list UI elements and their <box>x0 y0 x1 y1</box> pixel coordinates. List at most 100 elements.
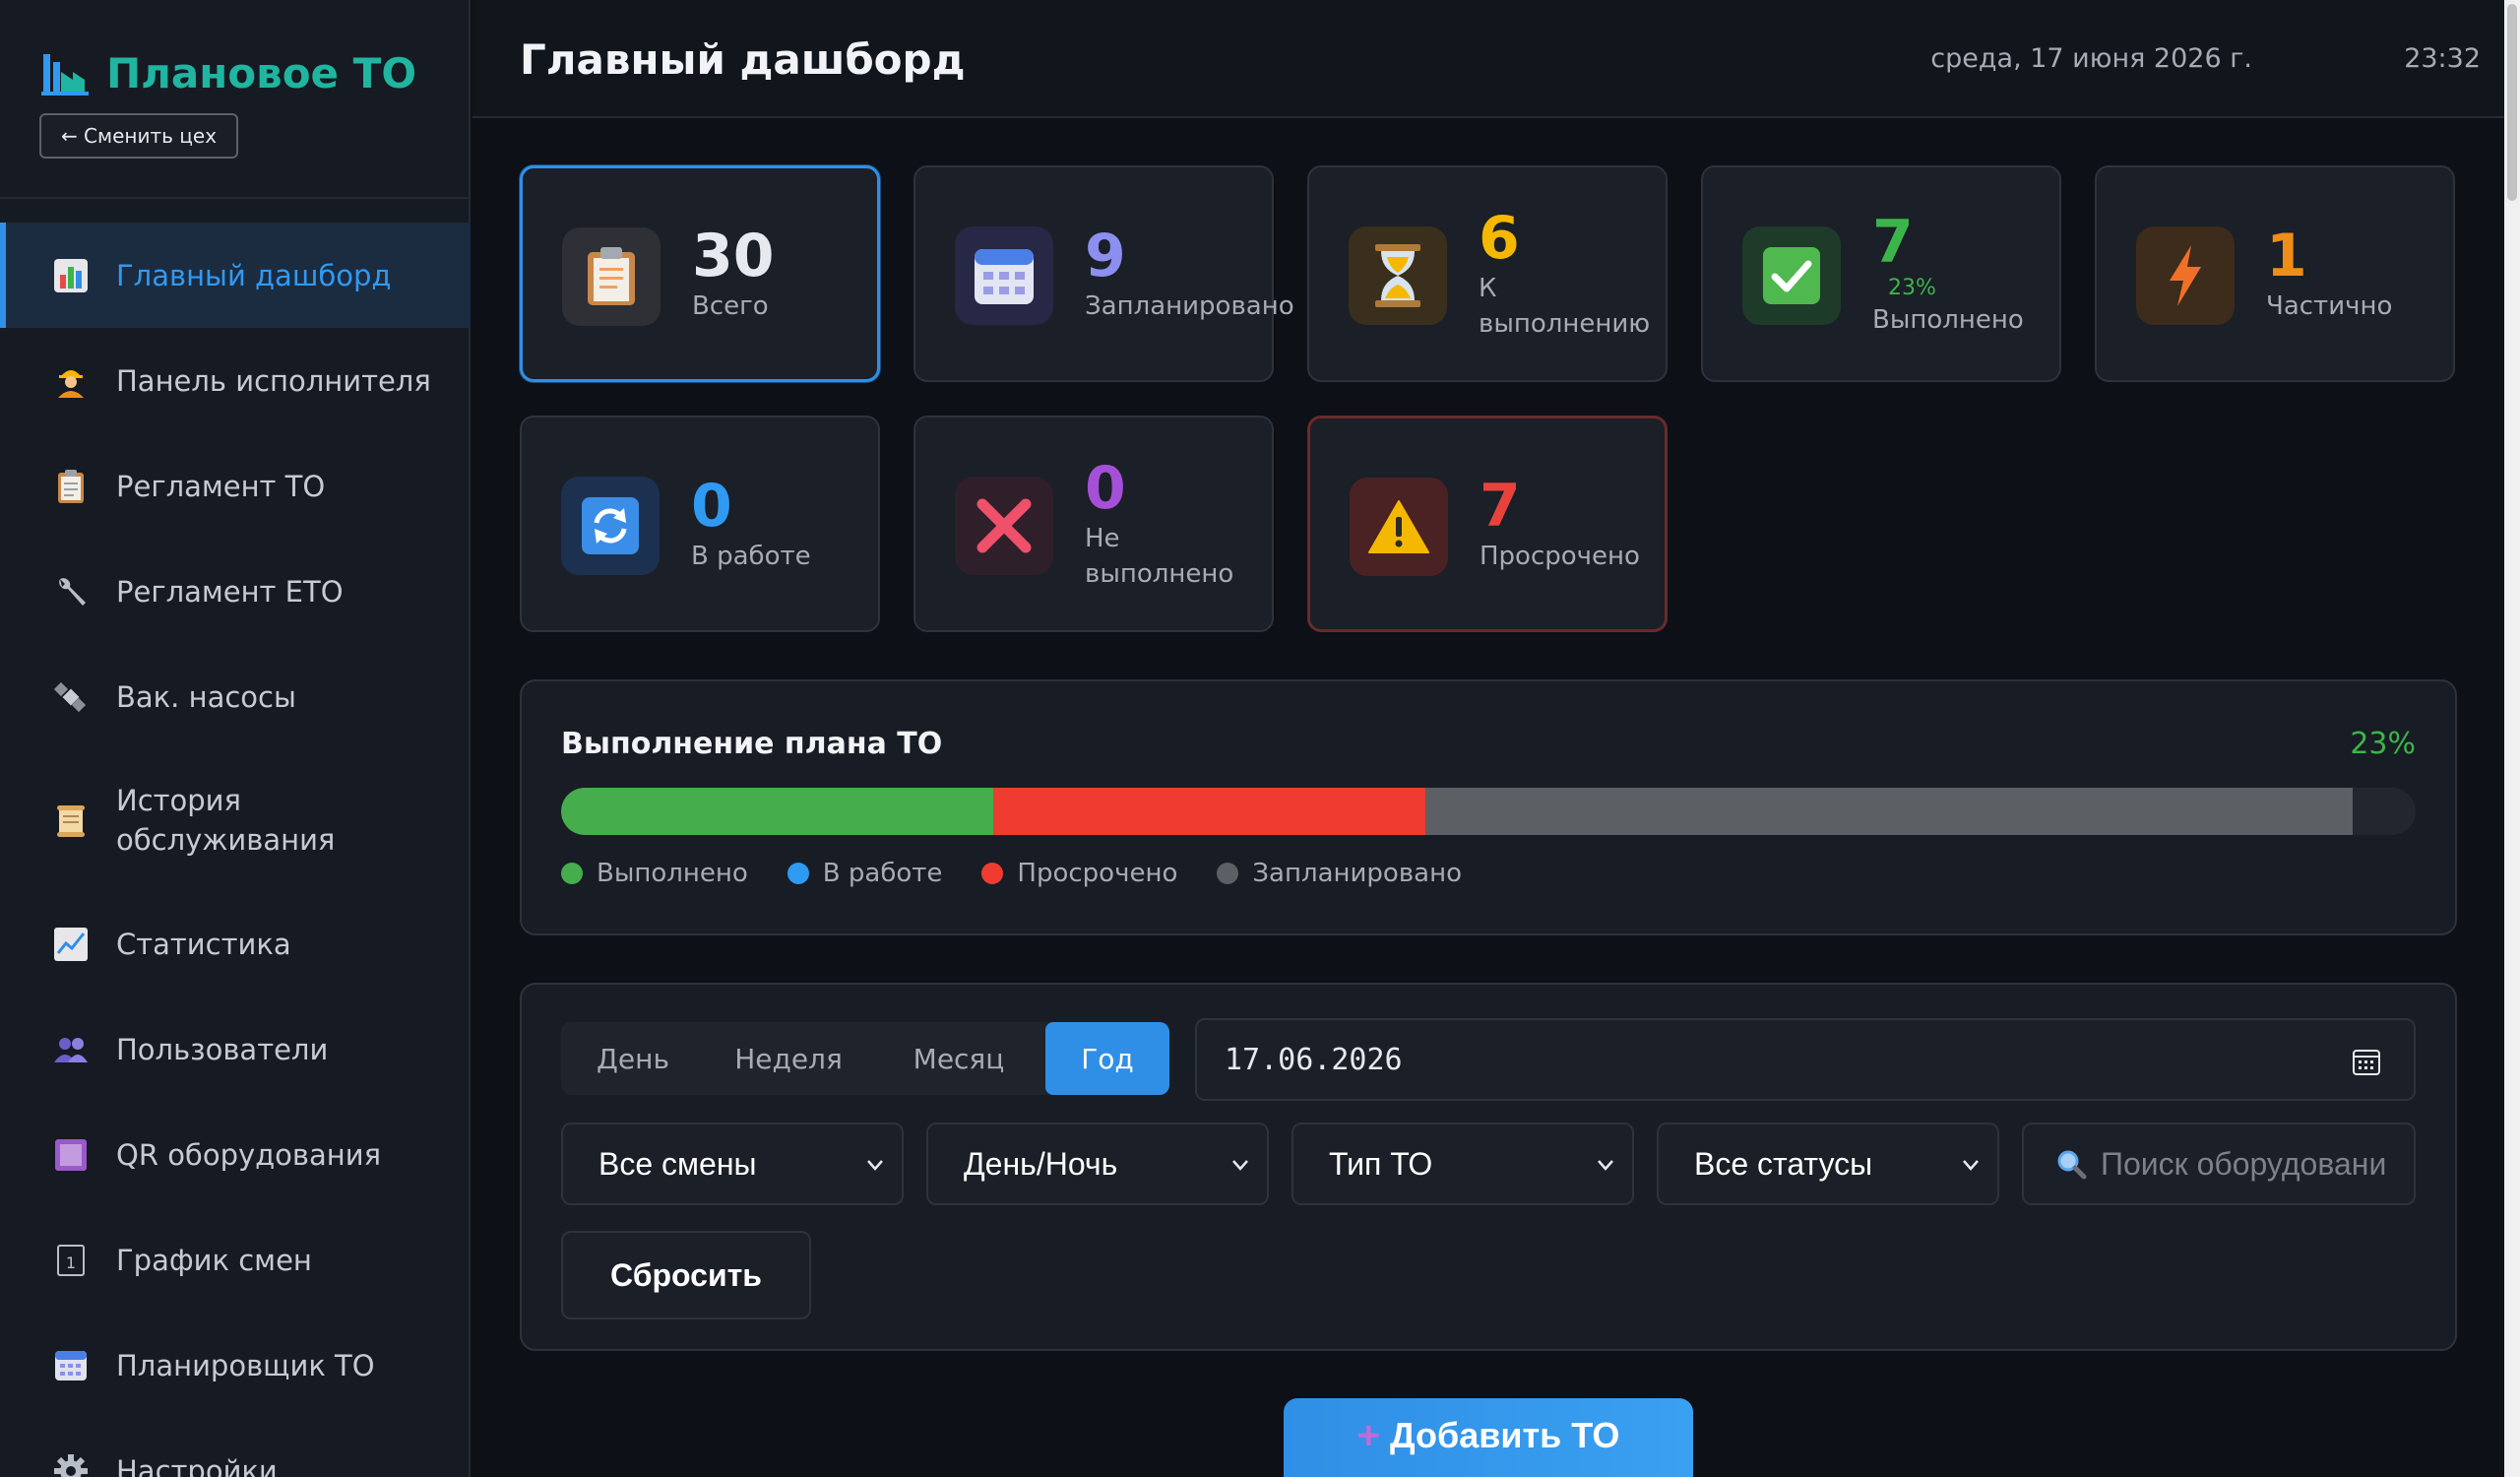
sidebar-nav: Главный дашборд Панель исполнителя Регла… <box>0 223 471 1477</box>
stat-card-not-done[interactable]: 0 Не выполнено <box>914 416 1274 632</box>
sidebar-item-label: Настройки <box>116 1453 278 1477</box>
warning-icon <box>1350 478 1448 576</box>
calendar-grid-icon <box>51 1346 91 1385</box>
stat-text: 9 Запланировано <box>1085 167 1294 380</box>
sidebar-item-executor-panel[interactable]: Панель исполнителя <box>0 328 471 433</box>
chevron-down-icon <box>1232 1160 1248 1171</box>
stat-card-overdue[interactable]: 7 Просрочено <box>1307 416 1668 632</box>
reset-filters-button[interactable]: Сбросить <box>561 1231 811 1319</box>
sidebar-item-to-regulation[interactable]: Регламент ТО <box>0 433 471 539</box>
stat-value: 9 <box>1085 222 1126 290</box>
tab-week[interactable]: Неделя <box>705 1022 872 1095</box>
plus-icon: + <box>1356 1413 1380 1457</box>
stat-card-partial[interactable]: 1 Частично <box>2095 165 2455 382</box>
users-icon <box>51 1030 91 1069</box>
sidebar-item-label: Планировщик ТО <box>116 1348 375 1382</box>
sidebar-item-service-history[interactable]: История обслуживания <box>0 749 471 891</box>
refresh-icon <box>561 477 660 575</box>
worker-icon <box>51 361 91 401</box>
shift-select[interactable]: Все смены <box>561 1123 904 1205</box>
stat-percent: 23% <box>1888 276 1936 300</box>
calendar-picker-icon[interactable] <box>2351 1046 2382 1077</box>
sidebar-item-eto-regulation[interactable]: Регламент ЕТО <box>0 539 471 644</box>
legend-item-done: Выполнено <box>561 859 748 888</box>
progress-bar <box>561 788 2416 835</box>
stat-label: Просрочено <box>1480 542 1640 571</box>
stat-text: 6 К выполнению <box>1479 167 1651 380</box>
stat-value: 6 <box>1479 204 1520 273</box>
tab-year[interactable]: Год <box>1045 1022 1169 1095</box>
chevron-down-icon <box>1598 1160 1613 1171</box>
calendar-1-icon: 1 <box>51 1241 91 1280</box>
search-placeholder: Поиск оборудовани <box>2101 1145 2387 1182</box>
stat-label: В работе <box>691 542 811 571</box>
page-title: Главный дашборд <box>520 35 966 84</box>
sidebar-item-to-planner[interactable]: Планировщик ТО <box>0 1313 471 1418</box>
date-value: 17.06.2026 <box>1225 1042 1403 1077</box>
sidebar-item-qr-equipment[interactable]: QR оборудования <box>0 1102 471 1207</box>
status-select[interactable]: Все статусы <box>1657 1123 1999 1205</box>
add-to-button[interactable]: + Добавить ТО <box>1284 1398 1693 1477</box>
current-date: среда, 17 июня 2026 г. <box>1930 43 2252 74</box>
filters-panel: День Неделя Месяц Год 17.06.2026 Все сме… <box>520 983 2457 1351</box>
stat-card-total[interactable]: 30 Всего <box>520 165 880 382</box>
satellite-icon <box>51 677 91 717</box>
sidebar-item-settings[interactable]: Настройки <box>0 1418 471 1477</box>
to-type-select[interactable]: Тип ТО <box>1292 1123 1634 1205</box>
status-select-value: Все статусы <box>1694 1145 1873 1182</box>
tab-month[interactable]: Месяц <box>872 1022 1045 1095</box>
daynight-select[interactable]: День/Ночь <box>926 1123 1269 1205</box>
current-time: 23:32 <box>2404 43 2481 74</box>
cross-icon <box>955 477 1053 575</box>
bar-chart-icon <box>51 256 91 295</box>
tab-day[interactable]: День <box>561 1022 705 1095</box>
stat-card-to-do[interactable]: 6 К выполнению <box>1307 165 1668 382</box>
period-tabs: День Неделя Месяц Год <box>561 1022 1169 1095</box>
sidebar-item-label: QR оборудования <box>116 1137 382 1172</box>
stat-value: 0 <box>1085 454 1126 523</box>
scroll-icon <box>51 801 91 840</box>
factory-icon <box>41 54 89 96</box>
legend-label: Выполнено <box>597 859 748 888</box>
sidebar-item-label: Статистика <box>116 927 291 961</box>
stat-text: 30 Всего <box>692 168 775 379</box>
stat-text: 0 В работе <box>691 417 811 630</box>
stat-label: К выполнению <box>1479 274 1651 339</box>
legend-item-in-progress: В работе <box>787 859 942 888</box>
sidebar-item-shift-schedule[interactable]: 1 График смен <box>0 1207 471 1313</box>
sidebar-item-dashboard[interactable]: Главный дашборд <box>0 223 471 328</box>
clipboard-icon <box>51 467 91 506</box>
legend-dot <box>981 863 1004 884</box>
legend-item-planned: Запланировано <box>1217 859 1462 888</box>
sidebar-item-label: Панель исполнителя <box>116 363 431 398</box>
progress-segment <box>1425 788 2353 835</box>
stat-value: 30 <box>692 222 775 290</box>
switch-workshop-button[interactable]: ← Сменить цех <box>39 113 238 159</box>
sidebar-item-users[interactable]: Пользователи <box>0 996 471 1102</box>
sidebar-item-label: График смен <box>116 1243 312 1277</box>
to-type-select-value: Тип ТО <box>1329 1145 1433 1182</box>
stat-text: 7 Просрочено <box>1480 418 1640 629</box>
sidebar-item-vacuum-pumps[interactable]: Вак. насосы <box>0 644 471 749</box>
progress-title: Выполнение плана ТО <box>561 727 943 761</box>
sidebar: Плановое ТО ← Сменить цех Главный дашбор… <box>0 0 471 1477</box>
sidebar-item-label: Главный дашборд <box>116 258 392 292</box>
page-scrollbar[interactable] <box>2504 0 2520 1477</box>
stat-card-planned[interactable]: 9 Запланировано <box>914 165 1294 382</box>
check-icon <box>1742 226 1841 325</box>
legend-label: Просрочено <box>1017 859 1178 888</box>
date-field[interactable]: 17.06.2026 <box>1195 1018 2416 1101</box>
equipment-search-input[interactable]: Поиск оборудовани <box>2022 1123 2416 1205</box>
brand-title: Плановое ТО <box>106 48 417 97</box>
brand: Плановое ТО <box>39 43 416 102</box>
stat-card-in-progress[interactable]: 0 В работе <box>520 416 880 632</box>
wrench-icon <box>51 572 91 611</box>
lightning-icon <box>2136 226 2235 325</box>
legend-label: Запланировано <box>1252 859 1462 888</box>
clipboard-icon <box>562 227 661 326</box>
scrollbar-thumb[interactable] <box>2507 4 2517 201</box>
stat-card-done[interactable]: 7 23% Выполнено <box>1701 165 2061 382</box>
calendar-icon <box>955 226 1053 325</box>
sidebar-item-statistics[interactable]: Статистика <box>0 891 471 996</box>
chevron-down-icon <box>867 1160 883 1171</box>
